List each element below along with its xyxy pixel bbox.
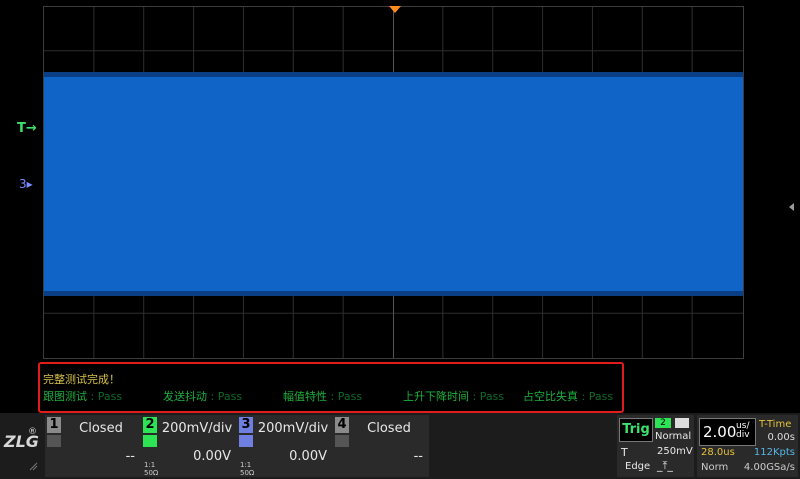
channel-offset: 0.00V <box>289 449 327 464</box>
result-item: 占空比失真 : Pass <box>523 390 614 403</box>
result-title: 完整测试完成！ <box>43 373 120 386</box>
channel-offset: -- <box>413 449 423 464</box>
channel-scale: 200mV/div <box>257 421 329 436</box>
channel-scale: Closed <box>367 421 411 436</box>
ch3-offset-marker[interactable]: 3▸ <box>19 177 33 191</box>
time-delay: 28.0us <box>701 447 735 458</box>
time-value: 0.00s <box>767 432 795 443</box>
acquisition-mode: Norm <box>701 462 729 473</box>
channel-coupling-icon <box>47 435 61 447</box>
trigger-panel[interactable]: Trig 2 Normal T 250mV Edge _⤒_ <box>617 415 694 477</box>
right-expand-arrow-icon[interactable] <box>789 203 794 211</box>
memory-depth: 112Kpts <box>753 447 795 458</box>
probe-info: 1:1 50Ω <box>240 461 255 477</box>
channel-coupling-icon <box>143 435 157 447</box>
channel-scale: Closed <box>79 421 123 436</box>
channel-3-panel[interactable]: 3 200mV/div 0.00V 1:1 50Ω <box>237 415 333 477</box>
result-item: 发送抖动 : Pass <box>163 390 243 403</box>
channel-2-panel[interactable]: 2 200mV/div 0.00V 1:1 50Ω <box>141 415 237 477</box>
trigger-button[interactable]: Trig <box>619 418 653 442</box>
timebase-scale-box[interactable]: 2.00 us/div <box>699 418 756 446</box>
trigger-level-value: 250mV <box>657 446 693 457</box>
channel-number: 3 <box>239 417 253 433</box>
channel-offset: 0.00V <box>193 449 231 464</box>
registered-mark: ® <box>28 427 37 437</box>
sample-rate: 4.00GSa/s <box>743 462 795 473</box>
trigger-mode: Normal <box>655 431 692 442</box>
probe-info: 1:1 50Ω <box>144 461 159 477</box>
time-mode: T-Time <box>759 419 792 430</box>
trigger-t-label: T <box>621 446 628 459</box>
timebase-panel[interactable]: 2.00 us/div T-Time 0.00s 28.0us 112Kpts … <box>697 415 798 477</box>
channel-number: 1 <box>47 417 61 433</box>
resize-grip-icon <box>29 462 38 471</box>
waveform-display[interactable] <box>43 6 744 359</box>
result-item: 幅值特性 : Pass <box>283 390 363 403</box>
channel-offset: -- <box>125 449 135 464</box>
channel-1-panel[interactable]: 1 Closed -- <box>45 415 141 477</box>
result-item: 跟图测试 : Pass <box>43 390 123 403</box>
trigger-type: Edge <box>625 461 651 472</box>
rising-edge-icon: _⤒_ <box>657 459 673 472</box>
timebase-scale-value: 2.00 <box>703 423 737 441</box>
trigger-source-badge: 2 <box>655 418 671 428</box>
channel-number: 2 <box>143 417 157 433</box>
test-result-panel: 完整测试完成！ 跟图测试 : Pass 发送抖动 : Pass 幅值特性 : P… <box>38 362 624 413</box>
trigger-position-marker[interactable] <box>389 6 401 13</box>
channel-coupling-icon <box>239 435 253 447</box>
channel-coupling-icon <box>335 435 349 447</box>
trigger-coupling-icon <box>675 418 689 428</box>
trigger-level-marker[interactable]: T→ <box>17 121 37 136</box>
channel-scale: 200mV/div <box>161 421 233 436</box>
channel-number: 4 <box>335 417 349 433</box>
result-item: 上升下降时间 : Pass <box>403 390 505 403</box>
channel-4-panel[interactable]: 4 Closed -- <box>333 415 429 477</box>
timebase-scale-unit: us/div <box>736 421 750 440</box>
ch3-waveform-trace <box>44 72 743 296</box>
